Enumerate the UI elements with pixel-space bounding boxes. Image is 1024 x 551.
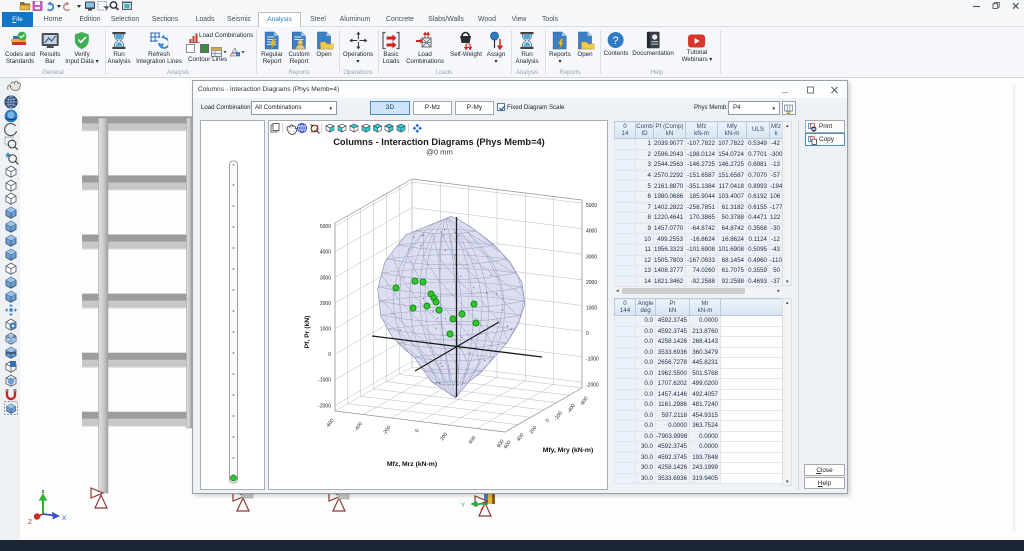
svg-text:0: 0 (328, 352, 331, 358)
svg-text:-200: -200 (382, 425, 393, 437)
svg-text:2000: 2000 (320, 301, 331, 307)
svg-text:400: 400 (516, 432, 526, 442)
svg-text:0: 0 (586, 331, 589, 337)
svg-text:3000: 3000 (320, 275, 331, 281)
svg-text:1000: 1000 (320, 327, 331, 333)
svg-text:600: 600 (503, 440, 513, 450)
svg-text:-1000: -1000 (586, 357, 599, 363)
svg-text:200: 200 (529, 425, 539, 435)
svg-text:X: X (62, 515, 67, 522)
svg-text:5000: 5000 (320, 224, 331, 230)
svg-text:-200: -200 (553, 410, 564, 422)
svg-text:-600: -600 (579, 396, 590, 408)
svg-text:4000: 4000 (586, 229, 597, 235)
svg-text:0: 0 (414, 428, 421, 434)
svg-text:-1000: -1000 (318, 378, 331, 384)
svg-text:-400: -400 (566, 403, 577, 415)
svg-text:Pf, Pr (kN): Pf, Pr (kN) (304, 316, 311, 349)
svg-text:200: 200 (439, 432, 449, 442)
svg-text:?: ? (613, 35, 619, 47)
svg-text:3000: 3000 (586, 254, 597, 260)
svg-text:Mfz, Mrz (kN-m): Mfz, Mrz (kN-m) (387, 461, 437, 468)
svg-text:-2000: -2000 (318, 403, 331, 409)
svg-text:-600: -600 (325, 418, 336, 430)
svg-text:5000: 5000 (586, 203, 597, 209)
svg-text:Y: Y (461, 503, 465, 509)
svg-text:4000: 4000 (320, 250, 331, 256)
svg-text:-2000: -2000 (586, 382, 599, 388)
svg-text:Z: Z (28, 519, 32, 526)
svg-text:Columns - Interaction Diagrams: Columns - Interaction Diagrams (Phys Mem… (333, 137, 545, 147)
svg-text:400: 400 (468, 435, 478, 445)
svg-text:1000: 1000 (586, 306, 597, 312)
svg-text:2000: 2000 (586, 280, 597, 286)
svg-text:@0 mm: @0 mm (426, 148, 453, 157)
svg-text:0: 0 (545, 418, 552, 424)
svg-text:Mfy, Mry (kN-m): Mfy, Mry (kN-m) (543, 447, 593, 454)
svg-text:-400: -400 (353, 421, 364, 433)
